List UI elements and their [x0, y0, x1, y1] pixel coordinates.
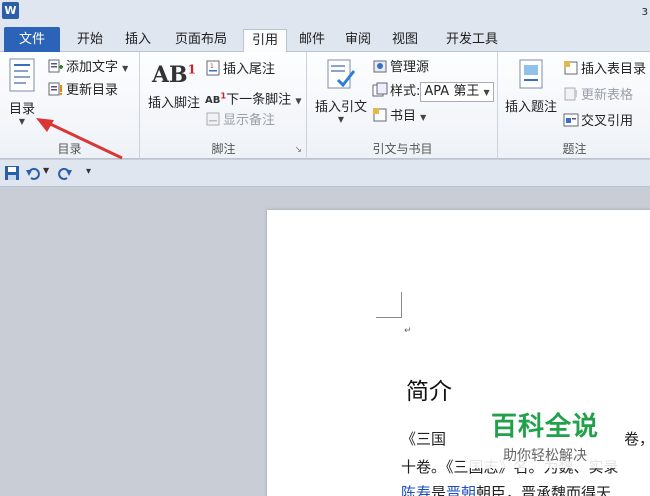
tab-mailings[interactable]: 邮件 [292, 29, 332, 52]
style-value: APA 第王 [424, 84, 480, 99]
chevron-down-icon: ▼ [420, 113, 427, 122]
insert-footnote-label: 插入脚注 [147, 96, 200, 111]
insert-endnote-label: 插入尾注 [223, 62, 276, 77]
insert-citation-button[interactable]: 插入引文 ▼ [312, 56, 370, 134]
tab-insert[interactable]: 插入 [118, 29, 158, 52]
group-captions: 插入题注 插入表目录 更新表格 交叉引用 题注 [499, 52, 650, 159]
show-notes-icon [206, 112, 220, 126]
group-label-captions: 题注 [562, 142, 587, 156]
watermark-main: 百科全说 [490, 412, 599, 442]
group-footnotes: AB1 插入脚注 1 插入尾注 AB1下一条脚注 ▼ 显示备注 脚注 ↘ [141, 52, 307, 159]
chevron-down-icon: ▼ [295, 96, 302, 106]
group-label-citations: 引文与书目 [372, 142, 433, 156]
insert-table-of-figures-label: 插入表目录 [581, 62, 647, 77]
insert-citation-label: 插入引文 [314, 100, 367, 115]
document-heading: 简介 [406, 379, 452, 405]
bibliography-icon [373, 108, 387, 122]
tab-review[interactable]: 审阅 [338, 29, 378, 52]
update-toc-icon [48, 82, 63, 96]
link-jin-dynasty[interactable]: 晋朝 [446, 484, 476, 496]
chevron-down-icon: ▼ [122, 64, 129, 73]
tab-references[interactable]: 引用 [243, 29, 287, 53]
margin-corner-mark [376, 292, 402, 318]
show-notes-label: 显示备注 [223, 113, 276, 128]
link-chen-shou[interactable]: 陈寿 [401, 484, 431, 496]
customize-toolbar-icon[interactable]: ▾ [86, 166, 91, 177]
group-citations: 插入引文 ▼ 管理源 样式: APA 第王 ▼ 书目 ▼ 引文与书目 [308, 52, 498, 159]
manage-sources-icon [373, 60, 387, 73]
cross-reference-label: 交叉引用 [581, 114, 634, 129]
cross-reference-icon [563, 113, 579, 127]
chevron-down-icon: ▼ [337, 115, 345, 124]
endnote-icon: 1 [206, 60, 220, 76]
chevron-down-icon: ▼ [483, 88, 490, 97]
insert-footnote-button[interactable]: AB1 插入脚注 [143, 56, 205, 134]
line3-rest: 朝臣，晋承魏而得天 [476, 484, 612, 496]
redo-icon[interactable] [58, 166, 72, 180]
line1-end: 卷， [624, 430, 650, 448]
show-notes-button[interactable]: 显示备注 [205, 111, 275, 131]
insert-table-of-figures-button[interactable]: 插入表目录 [563, 60, 646, 80]
footnote-ab-icon: AB1 [151, 62, 197, 88]
watermark-sub: 助你轻松解决 [503, 448, 587, 464]
watermark-logo: 百科全说 助你轻松解决 [465, 402, 625, 468]
tab-home[interactable]: 开始 [70, 29, 110, 52]
paragraph-mark: ↵ [404, 326, 412, 336]
update-table-icon [564, 87, 577, 101]
quick-access-toolbar: ▼ ▾ [0, 160, 650, 187]
tab-developer[interactable]: 开发工具 [436, 29, 508, 52]
ribbon-tabs: 文件 开始 插入 页面布局 引用 邮件 审阅 视图 开发工具 [0, 26, 650, 53]
style-label: 样式: [390, 84, 421, 99]
cross-reference-button[interactable]: 交叉引用 [563, 112, 633, 132]
update-table-button[interactable]: 更新表格 [563, 86, 633, 106]
ribbon-references: 目录 ▼ 添加文字 ▼ 更新目录 目录 AB1 插入脚注 1 插入尾注 AB1下一… [0, 52, 650, 160]
update-toc-button[interactable]: 更新目录 [48, 81, 118, 101]
line3-mid: 是 [431, 484, 447, 496]
svg-text:1: 1 [210, 63, 214, 70]
insert-caption-label: 插入题注 [504, 100, 557, 115]
manage-sources-button[interactable]: 管理源 [372, 58, 429, 78]
next-footnote-icon: AB1 [205, 91, 227, 107]
update-toc-label: 更新目录 [66, 83, 119, 98]
chevron-down-icon[interactable]: ▼ [43, 166, 49, 175]
style-selector[interactable]: 样式: APA 第王 ▼ [372, 82, 494, 102]
tab-view[interactable]: 视图 [385, 29, 425, 52]
undo-icon[interactable] [26, 166, 40, 180]
toc-icon [9, 58, 35, 92]
tab-page-layout[interactable]: 页面布局 [164, 29, 238, 52]
insert-citation-icon [327, 59, 356, 89]
save-icon[interactable] [4, 165, 20, 181]
bibliography-label: 书目 [390, 109, 417, 124]
style-icon [372, 82, 388, 97]
tab-file[interactable]: 文件 [4, 27, 60, 52]
next-footnote-label: 下一条脚注 [226, 92, 292, 108]
body-line-3: 陈寿是晋朝朝臣，晋承魏而得天 [401, 482, 611, 496]
title-bar: W з [0, 0, 650, 26]
update-table-label: 更新表格 [581, 88, 634, 103]
table-of-figures-icon [564, 61, 578, 75]
word-app-icon[interactable]: W [2, 2, 19, 19]
add-text-button[interactable]: 添加文字 ▼ [48, 58, 128, 78]
insert-caption-button[interactable]: 插入题注 [503, 56, 559, 134]
dialog-launcher-icon[interactable]: ↘ [294, 145, 302, 155]
annotation-arrow [36, 118, 123, 160]
window-title: з [641, 4, 648, 18]
add-text-label: 添加文字 [66, 60, 119, 75]
group-label-footnotes: 脚注 [211, 142, 236, 156]
style-dropdown[interactable]: APA 第王 ▼ [420, 82, 494, 102]
bibliography-button[interactable]: 书目 ▼ [372, 107, 426, 127]
next-footnote-button[interactable]: AB1下一条脚注 ▼ [205, 86, 302, 108]
add-text-icon [48, 59, 63, 73]
manage-sources-label: 管理源 [390, 60, 430, 75]
insert-endnote-button[interactable]: 1 插入尾注 [205, 60, 275, 80]
line1-start: 《三国 [401, 430, 447, 448]
insert-caption-icon [519, 59, 543, 89]
